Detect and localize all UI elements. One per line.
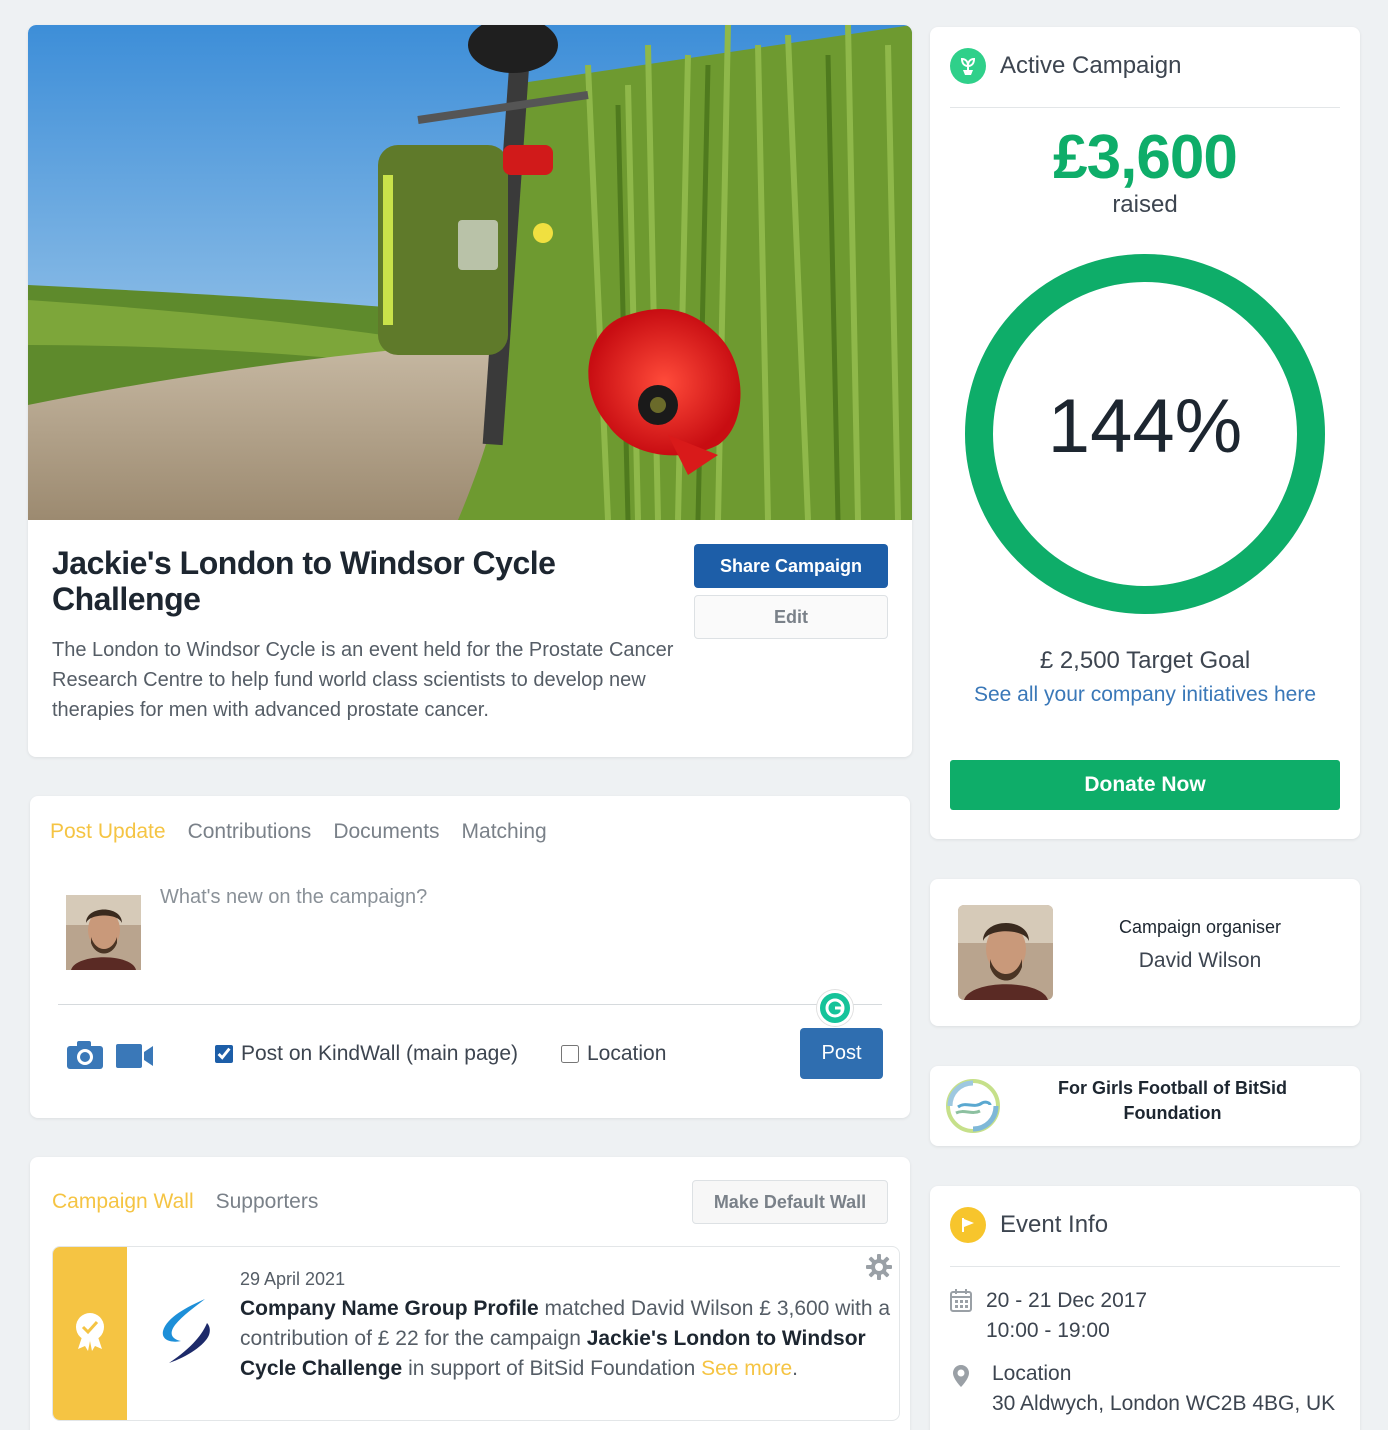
wall-tabs: Campaign Wall Supporters xyxy=(52,1190,318,1214)
wall-item-date: 29 April 2021 xyxy=(240,1269,346,1289)
foundation-logo xyxy=(946,1079,1000,1138)
campaign-status-header: Active Campaign xyxy=(950,48,1181,84)
company-logo xyxy=(157,1297,213,1370)
wall-item-text-part: in support of BitSid Foundation xyxy=(402,1357,702,1380)
raised-label: raised xyxy=(1112,191,1178,218)
progress-percent: 144% xyxy=(1047,384,1243,469)
gear-icon[interactable] xyxy=(866,1254,892,1285)
campaign-cover-image xyxy=(28,25,912,520)
tab-contributions[interactable]: Contributions xyxy=(188,820,312,844)
kindwall-checkbox[interactable] xyxy=(215,1045,233,1063)
organiser-avatar[interactable] xyxy=(958,905,1053,1000)
divider xyxy=(58,1004,882,1005)
event-time-range: 10:00 - 19:00 xyxy=(986,1319,1110,1342)
event-info-header: Event Info xyxy=(950,1207,1108,1243)
wall-item-text-end: . xyxy=(792,1357,798,1380)
post-button[interactable]: Post xyxy=(800,1028,883,1079)
event-date-range: 20 - 21 Dec 2017 xyxy=(986,1289,1148,1312)
event-location-label: Location xyxy=(992,1362,1072,1385)
see-more-link[interactable]: See more xyxy=(701,1357,792,1380)
location-checkbox[interactable] xyxy=(561,1045,579,1063)
wall-item-text: Company Name Group Profile matched David… xyxy=(240,1294,899,1384)
company-name-link[interactable]: Company Name Group Profile xyxy=(240,1297,539,1320)
award-icon xyxy=(72,1311,108,1356)
flag-icon xyxy=(950,1207,986,1243)
divider xyxy=(950,107,1340,108)
grammarly-icon[interactable] xyxy=(817,990,853,1026)
organiser-name[interactable]: David Wilson xyxy=(1070,949,1330,973)
tab-matching[interactable]: Matching xyxy=(462,820,547,844)
event-info-card: Event Info 20 - 21 Dec 2017 10:00 - 19:0… xyxy=(930,1186,1360,1430)
video-icon[interactable] xyxy=(116,1044,154,1075)
raised-amount: £3,600 xyxy=(1053,123,1238,192)
map-pin-icon xyxy=(952,1364,970,1393)
location-option[interactable]: Location xyxy=(561,1042,666,1066)
tab-campaign-wall[interactable]: Campaign Wall xyxy=(52,1190,194,1214)
camera-icon[interactable] xyxy=(66,1040,104,1075)
foundation-name: For Girls Football of BitSid Foundation xyxy=(1058,1078,1287,1123)
tab-supporters[interactable]: Supporters xyxy=(216,1190,319,1214)
user-avatar xyxy=(66,895,141,970)
post-tabs: Post Update Contributions Documents Matc… xyxy=(50,820,547,844)
campaign-hero-card: Jackie's London to Windsor Cycle Challen… xyxy=(28,25,912,757)
donate-now-button[interactable]: Donate Now xyxy=(950,760,1340,810)
organiser-card: Campaign organiser David Wilson xyxy=(930,879,1360,1026)
campaign-title: Jackie's London to Windsor Cycle Challen… xyxy=(52,545,556,617)
active-campaign-card: Active Campaign £3,600 raised 144% £ 2,5… xyxy=(930,27,1360,839)
edit-button[interactable]: Edit xyxy=(694,595,888,639)
location-label: Location xyxy=(587,1042,667,1065)
tab-post-update[interactable]: Post Update xyxy=(50,820,166,844)
kindwall-option[interactable]: Post on KindWall (main page) xyxy=(215,1042,518,1066)
event-location: Location 30 Aldwych, London WC2B 4BG, UK xyxy=(992,1359,1335,1419)
campaign-wall-card: Campaign Wall Supporters Make Default Wa… xyxy=(30,1157,910,1430)
make-default-wall-button[interactable]: Make Default Wall xyxy=(692,1180,888,1224)
campaign-description: The London to Windsor Cycle is an event … xyxy=(52,639,674,721)
wall-item-stripe xyxy=(53,1247,127,1420)
company-initiatives-link[interactable]: See all your company initiatives here xyxy=(930,683,1360,707)
calendar-icon xyxy=(950,1288,972,1317)
foundation-card[interactable]: For Girls Football of BitSid Foundation xyxy=(930,1066,1360,1146)
post-update-input[interactable] xyxy=(160,886,860,996)
plant-icon xyxy=(950,48,986,84)
campaign-status: Active Campaign xyxy=(1000,52,1182,79)
kindwall-label: Post on KindWall (main page) xyxy=(241,1042,519,1065)
event-date: 20 - 21 Dec 2017 10:00 - 19:00 xyxy=(986,1286,1147,1346)
wall-item: 29 April 2021 Company Name Group Profile… xyxy=(52,1246,900,1421)
target-goal: £ 2,500 Target Goal xyxy=(1039,647,1251,674)
event-info-title: Event Info xyxy=(1000,1211,1109,1238)
tab-documents[interactable]: Documents xyxy=(333,820,439,844)
share-campaign-button[interactable]: Share Campaign xyxy=(694,544,888,588)
organiser-label: Campaign organiser xyxy=(1118,917,1282,937)
divider xyxy=(950,1266,1340,1267)
post-update-card: Post Update Contributions Documents Matc… xyxy=(30,796,910,1118)
event-address: 30 Aldwych, London WC2B 4BG, UK xyxy=(992,1392,1336,1415)
